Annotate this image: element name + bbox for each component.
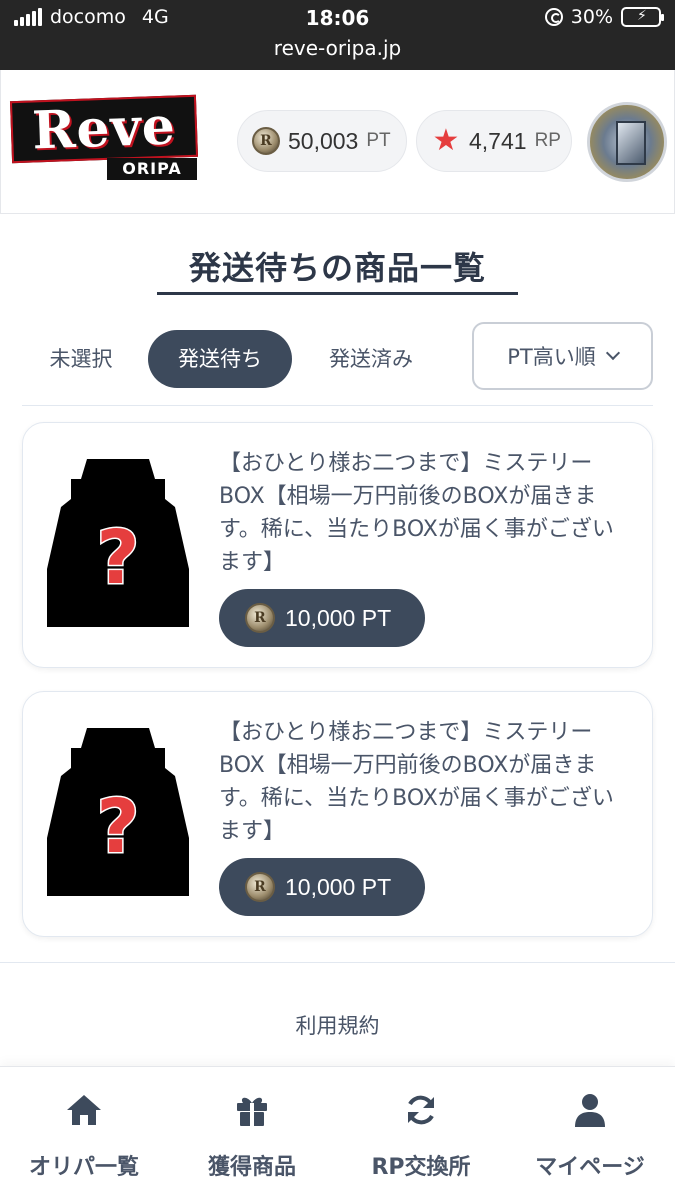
nav-label: 獲得商品 [207, 1155, 296, 1180]
mystery-box-icon: ? [47, 728, 189, 896]
gift-icon [237, 1097, 267, 1126]
tab-pending-shipment[interactable]: 発送待ち [148, 330, 292, 388]
address-bar-url[interactable]: reve-oripa.jp [0, 36, 675, 60]
product-title: 【おひとり様お二つまで】ミステリーBOX【相場一万円前後のBOXが届きます。稀に… [219, 451, 614, 575]
rotation-lock-icon [544, 8, 563, 26]
site-header: Reve ORIPA R 50,003 PT ★ 4,741 RP [0, 70, 675, 214]
price-button[interactable]: R 10,000 PT [219, 858, 425, 916]
nav-label: オリパ一覧 [28, 1155, 139, 1180]
avatar[interactable] [587, 102, 667, 182]
battery-icon: ⚡ [621, 7, 664, 27]
pt-balance-value: 50,003 [288, 127, 359, 154]
divider [22, 405, 653, 406]
footer-divider [0, 962, 675, 963]
coin-icon: R [245, 872, 275, 902]
mystery-box-icon: ? [47, 459, 189, 627]
chevron-down-icon [605, 345, 620, 361]
svg-text:?: ? [97, 515, 140, 601]
tab-unselected[interactable]: 未選択 [30, 330, 132, 388]
site-logo[interactable]: Reve ORIPA [9, 94, 199, 184]
terms-link[interactable]: 利用規約 [0, 1010, 675, 1040]
nav-rp-exchange[interactable]: RP交換所 [337, 1067, 505, 1200]
status-bar: docomo 4G 18:06 reve-oripa.jp 30% ⚡ [0, 0, 675, 70]
product-card[interactable]: ? 【おひとり様お二つまで】ミステリーBOX【相場一万円前後のBOXが届きます。… [22, 691, 653, 937]
nav-label: RP交換所 [371, 1155, 471, 1180]
nav-acquired-items[interactable]: 獲得商品 [168, 1067, 336, 1200]
sort-select[interactable]: PT高い順 [472, 322, 653, 390]
coin-icon: R [245, 603, 275, 633]
bottom-nav: オリパ一覧 獲得商品 RP交換所 マイページ [0, 1066, 675, 1200]
logo-subtitle: ORIPA [107, 158, 197, 180]
rp-balance-pill[interactable]: ★ 4,741 RP [416, 110, 572, 172]
sync-icon [408, 1095, 434, 1125]
nav-label: マイページ [535, 1155, 645, 1180]
nav-oripa-list[interactable]: オリパ一覧 [0, 1067, 168, 1200]
nav-my-page[interactable]: マイページ [506, 1067, 674, 1200]
product-card[interactable]: ? 【おひとり様お二つまで】ミステリーBOX【相場一万円前後のBOXが届きます。… [22, 422, 653, 668]
pt-unit: PT [366, 130, 391, 151]
logo-wordmark: Reve [9, 94, 199, 164]
title-underline [157, 292, 518, 295]
svg-text:?: ? [97, 784, 140, 870]
coin-icon: R [252, 127, 280, 155]
pt-balance-pill[interactable]: R 50,003 PT [237, 110, 407, 172]
product-title: 【おひとり様お二つまで】ミステリーBOX【相場一万円前後のBOXが届きます。稀に… [219, 720, 614, 844]
rp-balance-value: 4,741 [469, 127, 527, 154]
page-title: 発送待ちの商品一覧 [188, 249, 486, 287]
status-right: 30% ⚡ [544, 6, 664, 28]
star-icon: ★ [432, 123, 460, 158]
home-icon [67, 1095, 101, 1125]
rp-unit: RP [534, 130, 561, 151]
price-button[interactable]: R 10,000 PT [219, 589, 425, 647]
tab-shipped[interactable]: 発送済み [306, 330, 436, 388]
price-label: 10,000 PT [285, 873, 392, 900]
battery-percent: 30% [570, 6, 613, 28]
user-icon [575, 1094, 605, 1127]
price-label: 10,000 PT [285, 604, 392, 631]
sort-selected-value: PT高い順 [507, 345, 596, 369]
